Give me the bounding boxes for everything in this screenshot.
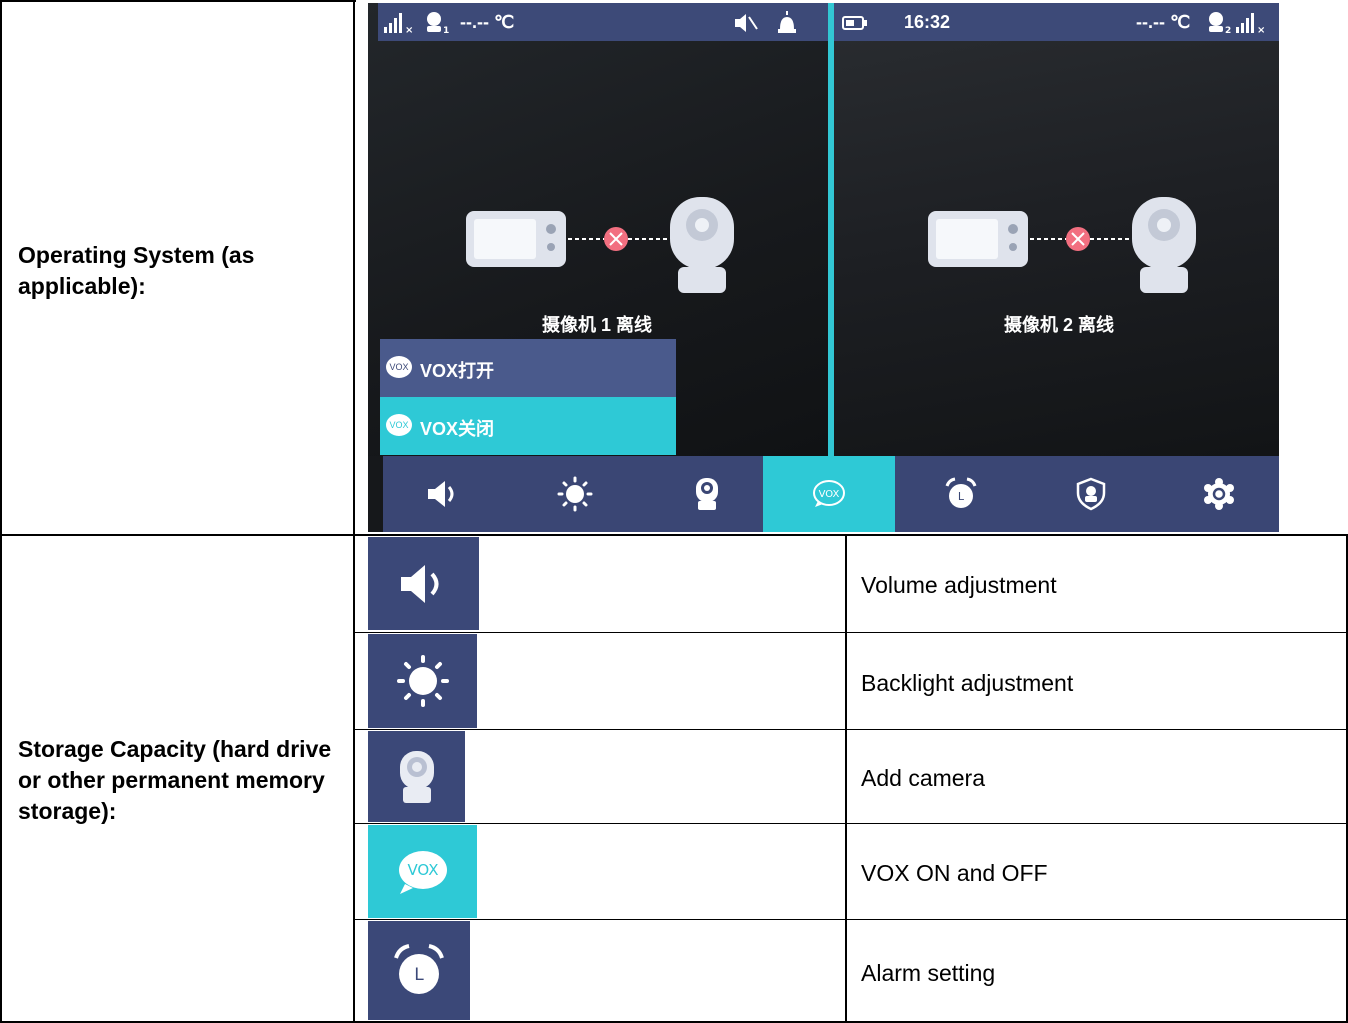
vox-bubble-icon: VOX — [386, 356, 412, 378]
vox-description: VOX ON and OFF — [861, 860, 1048, 886]
vox-on-menu-item[interactable]: VOX VOX打开 — [380, 339, 676, 397]
camera-2-icon: 2 — [1209, 12, 1231, 35]
brightness-icon — [396, 655, 449, 707]
camera-1-offline-text: 摄像机 1 离线 — [542, 315, 653, 335]
right-temperature: --.-- ℃ — [1136, 12, 1191, 32]
backlight-description: Backlight adjustment — [861, 670, 1074, 696]
backlight-button[interactable] — [515, 456, 635, 532]
vox-bubble-icon: VOX — [386, 414, 412, 436]
table-border-left — [0, 0, 2, 1023]
vox-thumbnail: VOX — [368, 825, 477, 918]
volume-thumbnail — [368, 537, 479, 630]
battery-icon — [842, 16, 867, 30]
vox-icon: VOX — [813, 480, 845, 507]
inner-row-divider — [353, 919, 1348, 920]
signal-icon: × — [384, 13, 413, 35]
camera-icon — [399, 750, 434, 803]
vox-button[interactable]: VOX — [763, 456, 895, 532]
alarm-clock-icon: L — [394, 943, 444, 994]
clock-time: 16:32 — [904, 12, 951, 32]
speaker-icon — [400, 564, 438, 603]
brightness-icon — [557, 476, 593, 512]
alert-siren-icon — [778, 11, 796, 33]
row-label-storage-capacity: Storage Capacity (hard drive or other pe… — [18, 736, 332, 824]
add-camera-thumbnail — [368, 731, 465, 822]
volume-button[interactable] — [383, 456, 503, 532]
pane-divider — [828, 3, 834, 463]
svg-text:VOX: VOX — [819, 489, 840, 500]
status-bar-left: × 1 --.-- ℃ — [378, 3, 828, 41]
shield-icon — [1076, 477, 1106, 511]
vox-icon: VOX — [398, 850, 447, 894]
svg-text:L: L — [414, 965, 424, 985]
connection-lost-illustration-1 — [466, 197, 734, 293]
svg-text:×: × — [405, 25, 413, 35]
left-temperature: --.-- ℃ — [460, 12, 515, 32]
column-divider — [353, 0, 355, 1023]
svg-text:1: 1 — [443, 26, 449, 35]
svg-text:L: L — [958, 490, 965, 503]
vox-on-label: VOX打开 — [420, 361, 495, 381]
mute-icon — [735, 14, 758, 32]
table-border-top — [0, 0, 356, 2]
svg-text:2: 2 — [1225, 26, 1231, 35]
row-label-operating-system: Operating System (as applicable): — [18, 242, 255, 299]
alarm-description: Alarm setting — [861, 960, 996, 986]
alarm-button[interactable]: L — [901, 456, 1021, 532]
status-bar-right: 16:32 --.-- ℃ 2 × — [834, 3, 1279, 41]
camera-2-offline-text: 摄像机 2 离线 — [1004, 315, 1115, 335]
speaker-icon — [428, 481, 454, 507]
connection-lost-illustration-2 — [928, 197, 1196, 293]
camera-icon — [696, 478, 718, 510]
settings-button[interactable] — [1159, 456, 1279, 532]
signal-icon: × — [1236, 13, 1265, 35]
inner-row-divider — [353, 729, 1348, 730]
add-camera-description: Add camera — [861, 765, 986, 791]
camera-1-icon: 1 — [427, 12, 449, 35]
inner-column-divider — [845, 534, 847, 1023]
bottom-toolbar: VOX L — [383, 456, 1279, 532]
inner-row-divider — [353, 823, 1348, 824]
alarm-clock-icon: L — [945, 477, 977, 508]
inner-row-divider — [353, 632, 1348, 633]
svg-text:VOX: VOX — [407, 861, 438, 879]
security-button[interactable] — [1031, 456, 1151, 532]
row-divider — [0, 534, 1348, 536]
vox-off-label: VOX关闭 — [420, 419, 495, 439]
backlight-thumbnail — [368, 634, 477, 728]
volume-description: Volume adjustment — [861, 572, 1057, 598]
add-camera-button[interactable] — [647, 456, 767, 532]
alarm-thumbnail: L — [368, 921, 470, 1020]
gear-icon — [1204, 478, 1234, 510]
svg-text:×: × — [1257, 25, 1265, 35]
device-screenshot: × 1 --.-- ℃ 16:32 --.-- ℃ 2 × 摄像机 1 离线 摄… — [368, 3, 1279, 532]
vox-off-menu-item[interactable]: VOX VOX关闭 — [380, 397, 676, 455]
